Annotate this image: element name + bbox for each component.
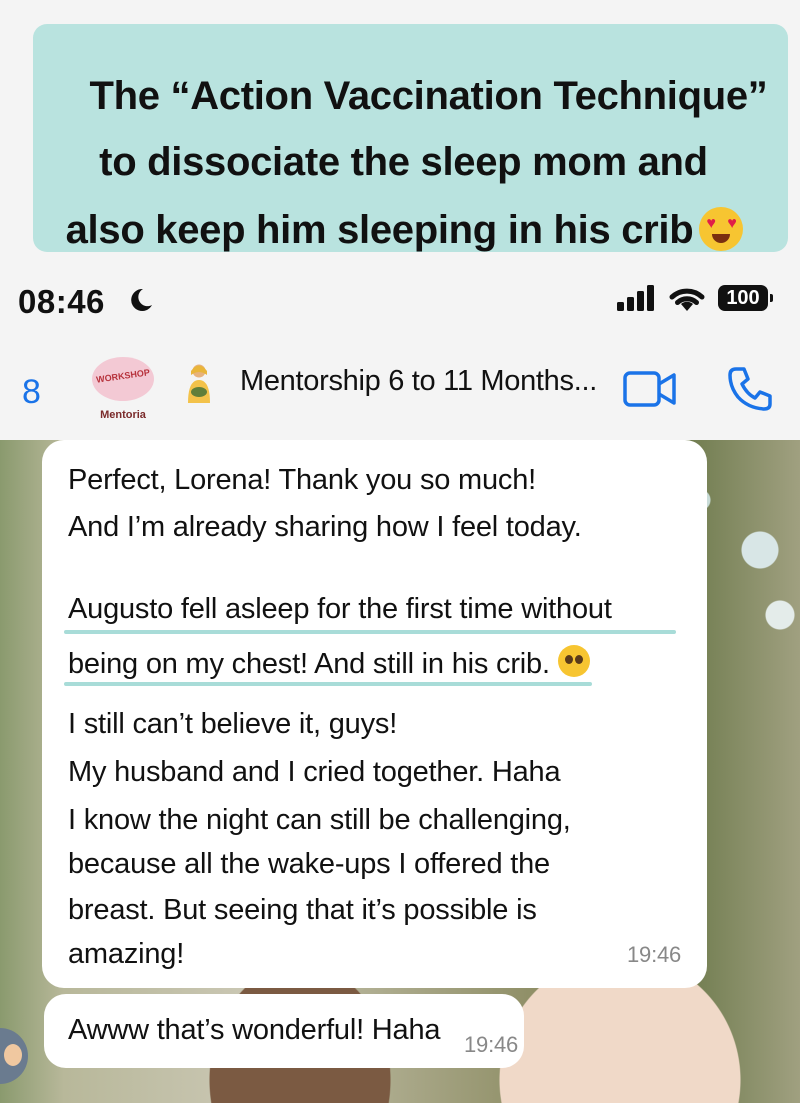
signal-icon: [617, 285, 654, 311]
chat-area[interactable]: Perfect, Lorena! Thank you so much! And …: [0, 440, 800, 1103]
caption-line-3: also keep him sleeping in his crib: [65, 208, 694, 252]
caption-line-3-wrap: also keep him sleeping in his crib ♥ ♥: [21, 207, 788, 253]
highlighted-line-2-wrap: being on my chest! And still in his crib…: [68, 645, 590, 681]
pleading-face-emoji-icon: [557, 645, 590, 677]
wifi-icon: [669, 288, 705, 311]
highlight-underline: [64, 630, 676, 634]
breastfeeding-woman-emoji-icon: [188, 364, 210, 403]
back-button[interactable]: 8: [22, 373, 41, 412]
caption-line-2: to dissociate the sleep mom and: [99, 140, 708, 184]
highlight-underline: [64, 682, 592, 686]
status-time: 08:46: [18, 283, 105, 320]
group-avatar[interactable]: WORKSHOP Mentoria: [88, 357, 158, 425]
message-line: I still can’t believe it, guys!: [68, 708, 398, 740]
message-line: because all the wake-ups I offered the: [68, 848, 550, 880]
caption-line-1: The “Action Vaccination Technique”: [89, 74, 768, 118]
message-line: Awww that’s wonderful! Haha: [68, 1014, 441, 1046]
video-camera-icon[interactable]: [622, 370, 678, 408]
message-bubble: Perfect, Lorena! Thank you so much! And …: [42, 440, 707, 988]
message-line: breast. But seeing that it’s possible is: [68, 894, 537, 926]
status-bar: 08:46 100: [0, 270, 800, 330]
highlighted-line: Augusto fell asleep for the first time w…: [68, 593, 612, 625]
message-line: amazing!: [68, 938, 185, 970]
avatar-subtitle: Mentoria: [100, 409, 146, 421]
heart-eyes-emoji-icon: ♥ ♥: [699, 207, 744, 251]
phone-icon[interactable]: [726, 365, 774, 413]
message-line: And I’m already sharing how I feel today…: [68, 511, 582, 543]
highlighted-line: being on my chest! And still in his crib…: [68, 648, 550, 680]
caption-banner: The “Action Vaccination Technique” to di…: [33, 24, 788, 252]
moon-icon: [131, 288, 152, 311]
message-timestamp: 19:46: [627, 942, 682, 967]
message-line: Perfect, Lorena! Thank you so much!: [68, 464, 537, 496]
sender-avatar[interactable]: [0, 1028, 28, 1084]
message-timestamp: 19:46: [464, 1032, 519, 1057]
chat-title[interactable]: Mentorship 6 to 11 Months...: [240, 365, 597, 398]
message-bubble: Awww that’s wonderful! Haha 19:46: [44, 994, 524, 1068]
battery-indicator: 100: [718, 285, 773, 311]
message-line: I know the night can still be challengin…: [68, 804, 571, 836]
message-line: My husband and I cried together. Haha: [68, 756, 561, 788]
chat-header: 8 WORKSHOP Mentoria Mentorship 6 to 11 M…: [0, 335, 800, 440]
